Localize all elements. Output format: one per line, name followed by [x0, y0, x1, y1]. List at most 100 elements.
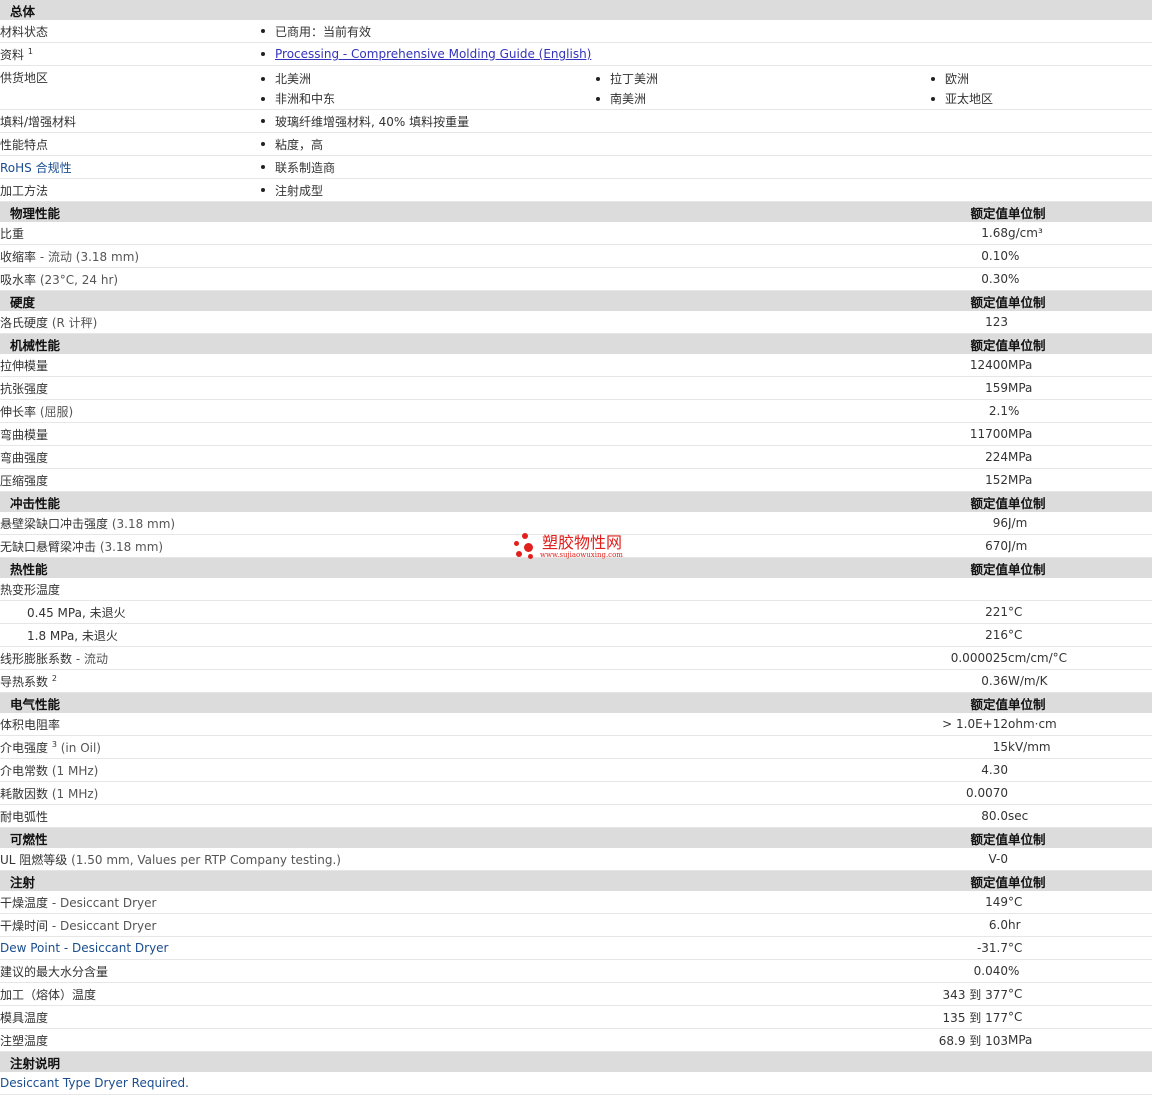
region-item: 拉丁美洲: [593, 69, 928, 89]
property-row: 热变形温度ASTM D648: [0, 578, 1152, 601]
property-row: 线形膨胀系数 - 流动0.000025cm/cm/°CASTM E831: [0, 646, 1152, 670]
property-name: 收缩率: [0, 249, 37, 264]
property-unit: %: [1008, 272, 1020, 286]
section-title: 总体: [0, 0, 1152, 20]
property-name: 介电常数: [0, 763, 49, 778]
property-name: 无缺口悬臂梁冲击: [0, 539, 97, 554]
property-condition: (1.50 mm, Values per RTP Company testing…: [67, 852, 341, 867]
property-unit: g/cm³: [1008, 226, 1043, 240]
property-condition: (in Oil): [56, 740, 101, 755]
property-row: 耐电弧性80.0secASTM D495: [0, 804, 1152, 828]
row-material-status: 材料状态 已商用：当前有效: [0, 20, 1152, 43]
section-title: 物理性能: [0, 201, 758, 222]
property-name: 干燥温度: [0, 895, 49, 910]
section-header: 电气性能额定值单位制测试方法: [0, 692, 1152, 713]
property-value: 0.10: [981, 249, 1008, 263]
property-name: 加工方法: [0, 178, 258, 202]
section-header-notes: 注射说明: [0, 1051, 1152, 1072]
property-unit: sec: [1008, 809, 1029, 823]
property-value: 68.9 到 103: [938, 1033, 1008, 1048]
property-value: 343 到 377: [942, 987, 1008, 1002]
section-header: 冲击性能额定值单位制测试方法: [0, 491, 1152, 512]
bullet-icon: [261, 51, 265, 56]
property-unit: MPa: [1008, 381, 1033, 395]
region-item: 亚太地区: [928, 89, 1143, 109]
region-item: 南美洲: [593, 89, 928, 109]
literature-link[interactable]: Processing - Comprehensive Molding Guide…: [275, 47, 591, 61]
bullet-icon: [261, 142, 265, 146]
property-row: 干燥温度 - Desiccant Dryer 149 °C: [0, 891, 1152, 914]
bullet-icon: [261, 165, 265, 169]
header-unit: 单位制: [1008, 337, 1046, 353]
property-name: 加工（熔体）温度: [0, 987, 97, 1002]
property-row: 伸长率 (屈服)2.1%ASTM D638: [0, 399, 1152, 423]
property-row: 弯曲强度224MPaASTM D790: [0, 445, 1152, 469]
bullet-icon: [261, 76, 265, 81]
property-unit: °C: [1008, 605, 1023, 619]
bullet-icon: [261, 29, 265, 33]
section-header: 物理性能额定值单位制测试方法: [0, 201, 1152, 222]
note-text: Desiccant Type Dryer Required.: [0, 1072, 1152, 1095]
header-nominal: 额定值: [970, 874, 1008, 890]
property-value: 123: [985, 315, 1008, 329]
footnote-marker: 1: [27, 46, 33, 56]
property-name: 导热系数: [0, 674, 49, 689]
property-row: 拉伸模量12400MPaASTM D638: [0, 354, 1152, 377]
property-unit: MPa: [1008, 358, 1033, 372]
header-nominal: 额定值: [970, 294, 1008, 310]
property-row: 介电强度 3 (in Oil)15kV/mmASTM D149: [0, 735, 1152, 759]
property-value: > 1.0E+12: [942, 717, 1008, 731]
property-condition: - 流动 (3.18 mm): [36, 249, 140, 264]
property-name: 抗张强度: [0, 381, 49, 396]
property-row: 收缩率 - 流动 (3.18 mm)0.10%ASTM D955: [0, 244, 1152, 268]
property-value: 159: [985, 381, 1008, 395]
property-name: 1.8 MPa, 未退火: [27, 628, 118, 643]
section-title: 注射说明: [0, 1051, 1152, 1072]
property-row: 导热系数 20.36W/m/KASTM E1461: [0, 669, 1152, 693]
property-value: 135 到 177: [942, 1010, 1008, 1025]
header-nominal: 额定值: [970, 696, 1008, 712]
property-name: Dew Point - Desiccant Dryer: [0, 941, 169, 955]
header-nominal: 额定值: [970, 337, 1008, 353]
property-row: Dew Point - Desiccant Dryer -31.7 °C: [0, 936, 1152, 960]
property-value: 4.30: [981, 763, 1008, 777]
property-row: 抗张强度159MPaASTM D638: [0, 376, 1152, 400]
property-unit: °C: [1008, 941, 1023, 955]
property-unit: J/m: [1008, 539, 1028, 553]
property-name: 材料状态: [0, 20, 258, 43]
property-value: 0.36: [981, 674, 1008, 688]
property-value: 224: [985, 450, 1008, 464]
property-value: 221: [985, 605, 1008, 619]
header-nominal: 额定值: [970, 831, 1008, 847]
property-name: 建议的最大水分含量: [0, 964, 109, 979]
property-value: 152: [985, 473, 1008, 487]
property-value: 粘度，高: [275, 137, 324, 152]
region-item: 北美洲: [258, 69, 593, 89]
watermark-logo: 塑胶物性网 www.sujiaowuxing.com: [512, 533, 623, 561]
bullet-icon: [596, 96, 600, 101]
property-unit: °C: [1008, 628, 1023, 642]
property-condition: - 流动: [72, 651, 108, 666]
property-value: 149: [985, 895, 1008, 909]
property-value: 0.040: [973, 964, 1008, 978]
property-unit: W/m/K: [1008, 674, 1048, 688]
property-value: 联系制造商: [275, 160, 336, 175]
property-row: 干燥时间 - Desiccant Dryer 6.0 hr: [0, 913, 1152, 937]
property-row: 介电常数 (1 MHz)4.30ASTM D150: [0, 758, 1152, 782]
row-rohs: RoHS 合规性 联系制造商: [0, 155, 1152, 179]
property-name: RoHS 合规性: [0, 155, 258, 179]
section-title: 电气性能: [0, 692, 758, 713]
property-row: 加工（熔体）温度 343 到 377 °C: [0, 982, 1152, 1006]
property-row: 吸水率 (23°C, 24 hr)0.30%ASTM D570: [0, 267, 1152, 291]
property-unit: hr: [1008, 918, 1021, 932]
property-row: 耗散因数 (1 MHz)0.0070ASTM D150: [0, 781, 1152, 805]
property-unit: %: [1008, 964, 1020, 978]
property-unit: J/m: [1008, 516, 1028, 530]
property-value: 0.000025: [950, 651, 1008, 665]
property-unit: MPa: [1008, 1033, 1033, 1047]
property-condition: (R 计秤): [48, 315, 98, 330]
header-unit: 单位制: [1008, 696, 1046, 712]
property-name: UL 阻燃等级: [0, 852, 68, 867]
property-value: 6.0: [988, 918, 1008, 932]
property-value: -31.7: [976, 941, 1008, 955]
